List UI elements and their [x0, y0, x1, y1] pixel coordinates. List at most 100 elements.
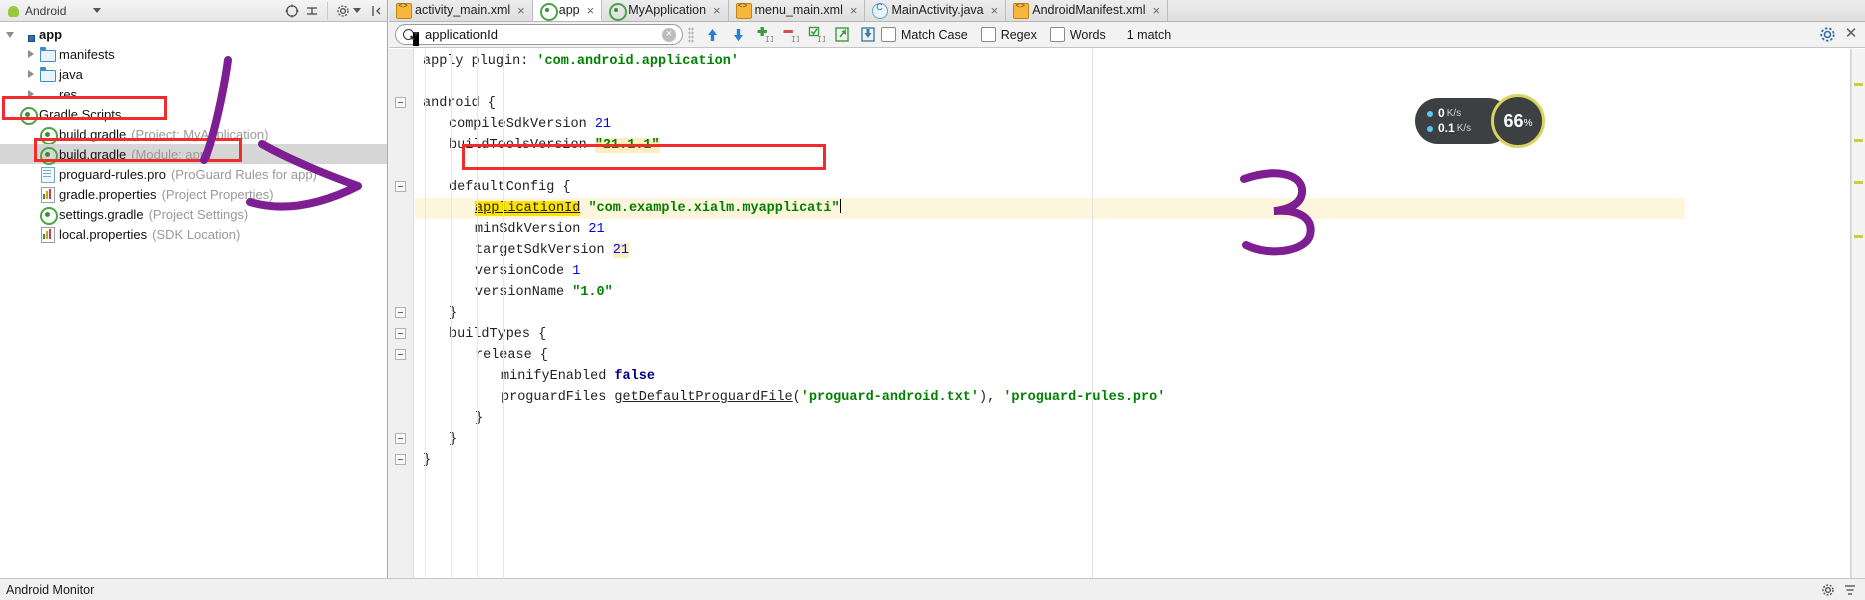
- folder-icon: [39, 66, 56, 82]
- hide-pane-icon[interactable]: [368, 2, 386, 20]
- code-fold-toggle[interactable]: [395, 433, 406, 444]
- module-selector-dropdown[interactable]: Android: [4, 1, 108, 21]
- find-input-field[interactable]: ×: [395, 24, 683, 46]
- download-speed-unit: K/s: [1456, 123, 1472, 134]
- close-tab-icon[interactable]: ×: [713, 4, 721, 17]
- find-bar-right-controls: ✕: [1819, 26, 1859, 44]
- upload-arrow-icon: [1427, 110, 1433, 117]
- match-case-checkbox[interactable]: Match Case: [881, 27, 981, 42]
- collapse-all-icon[interactable]: [303, 2, 321, 20]
- props-icon: [39, 226, 55, 243]
- tree-item-settings-gradle[interactable]: settings.gradle (Project Settings): [0, 204, 387, 225]
- editor-tab-app[interactable]: app ×: [532, 0, 603, 21]
- editor-tab-mainactivity-java[interactable]: MainActivity.java ×: [865, 0, 1007, 21]
- regex-checkbox[interactable]: Regex: [980, 27, 1050, 42]
- editor-tab-label: activity_main.xml: [415, 3, 511, 17]
- tree-item-app[interactable]: app: [0, 24, 387, 44]
- filter-results-button[interactable]: [856, 24, 880, 46]
- remove-occurrence-button[interactable]: II: [778, 24, 802, 46]
- tree-item-manifests[interactable]: manifests: [0, 44, 387, 64]
- tree-item-gradle-properties[interactable]: gradle.properties (Project Properties): [0, 184, 387, 204]
- folder-icon: [39, 46, 56, 62]
- close-find-bar-icon[interactable]: ✕: [1843, 26, 1859, 43]
- code-token: 'com.android.application': [536, 54, 739, 69]
- project-pane-toolbar: Android: [0, 0, 387, 22]
- xml-file-icon: [1013, 2, 1030, 19]
- project-tree[interactable]: app manifests java res Gradle Scripts build.g…: [0, 22, 387, 578]
- find-next-button[interactable]: [726, 24, 750, 46]
- editor-tab-activity-main-xml[interactable]: activity_main.xml ×: [389, 0, 533, 21]
- android-monitor-label[interactable]: Android Monitor: [6, 583, 94, 597]
- close-tab-icon[interactable]: ×: [850, 4, 858, 17]
- words-checkbox[interactable]: Words: [1049, 27, 1119, 42]
- expand-triangle-icon[interactable]: [26, 49, 36, 59]
- editor-tab-androidmanifest-xml[interactable]: AndroidManifest.xml ×: [1006, 0, 1169, 21]
- tree-item-build-gradle[interactable]: build.gradle (Module: app): [0, 144, 387, 165]
- expand-triangle-icon[interactable]: [26, 89, 36, 99]
- code-fold-toggle[interactable]: [395, 97, 406, 108]
- svg-text:II: II: [765, 35, 773, 43]
- select-all-occurrences-button[interactable]: II: [752, 24, 776, 46]
- editor-marker-bar[interactable]: [1851, 49, 1865, 578]
- words-checkbox-box[interactable]: [1049, 27, 1065, 42]
- tree-item-proguard-rules-pro[interactable]: proguard-rules.pro (ProGuard Rules for ap…: [0, 164, 387, 184]
- gradle-icon: [39, 126, 58, 145]
- svg-text:II: II: [817, 35, 825, 43]
- sort-icon[interactable]: [1841, 581, 1859, 599]
- code-token: defaultConfig {: [449, 180, 571, 195]
- tree-item-label: gradle.properties: [59, 186, 157, 202]
- editor-tab-menu-main-xml[interactable]: menu_main.xml ×: [728, 0, 866, 21]
- match-case-checkbox-box[interactable]: [881, 27, 896, 42]
- textfile-icon: [39, 166, 55, 183]
- settings-gear-icon[interactable]: [1819, 581, 1837, 599]
- code-editor[interactable]: apply plugin: 'com.android.application' …: [389, 49, 1865, 578]
- code-fold-toggle[interactable]: [395, 349, 406, 360]
- close-tab-icon[interactable]: ×: [517, 4, 525, 17]
- code-token: applicationId: [475, 201, 581, 216]
- find-previous-button[interactable]: [700, 24, 724, 46]
- code-fold-toggle[interactable]: [395, 454, 406, 465]
- editor-gutter[interactable]: [389, 49, 414, 578]
- match-case-label: Match Case: [901, 27, 968, 42]
- select-occurrences-button[interactable]: II: [804, 24, 828, 46]
- tree-item-java[interactable]: java: [0, 64, 387, 84]
- folder-app-icon: [19, 26, 35, 42]
- tree-item-local-properties[interactable]: local.properties (SDK Location): [0, 224, 387, 244]
- network-performance-widget[interactable]: 0 K/s 0.1 K/s 66 %: [1415, 94, 1545, 148]
- regex-checkbox-box[interactable]: [980, 27, 996, 42]
- code-line: versionCode 1: [415, 261, 1685, 282]
- code-fold-toggle[interactable]: [395, 328, 406, 339]
- tree-item-sublabel: (ProGuard Rules for app): [170, 166, 317, 182]
- clear-circle-icon[interactable]: ×: [662, 27, 676, 42]
- cpu-usage-gauge[interactable]: 66 %: [1491, 94, 1545, 148]
- close-tab-icon[interactable]: ×: [587, 4, 595, 17]
- expand-triangle-icon[interactable]: [26, 69, 36, 79]
- target-icon[interactable]: [283, 2, 301, 20]
- search-magnifier-icon[interactable]: [403, 28, 419, 46]
- tree-item-label: Gradle Scripts: [39, 106, 122, 122]
- close-tab-icon[interactable]: ×: [1152, 4, 1160, 17]
- code-token: ": [831, 201, 840, 216]
- tree-item-gradle-scripts[interactable]: Gradle Scripts: [0, 104, 387, 125]
- code-line: }: [415, 429, 1685, 450]
- editor-tab-myapplication[interactable]: MyApplication ×: [602, 0, 729, 21]
- tree-item-res[interactable]: res: [0, 84, 387, 104]
- close-tab-icon[interactable]: ×: [991, 4, 999, 17]
- tree-item-build-gradle[interactable]: build.gradle (Project: MyApplication): [0, 124, 387, 145]
- settings-gear-icon[interactable]: [334, 2, 352, 20]
- code-fold-toggle[interactable]: [395, 181, 406, 192]
- code-line: minSdkVersion 21: [415, 219, 1685, 240]
- code-token: versionCode: [475, 264, 573, 279]
- open-in-find-window-button[interactable]: [830, 24, 854, 46]
- tree-item-sublabel: (SDK Location): [152, 226, 241, 242]
- code-fold-toggle[interactable]: [395, 307, 406, 318]
- status-bar: Android Monitor: [0, 578, 1865, 600]
- gradle-file-icon: [539, 3, 558, 21]
- editor-tab-bar[interactable]: activity_main.xml×app×MyApplication×menu…: [389, 0, 1865, 22]
- find-bar-grip[interactable]: [688, 26, 694, 43]
- search-input[interactable]: [423, 26, 662, 43]
- blue-gear-icon[interactable]: [1819, 26, 1837, 44]
- collapse-triangle-icon[interactable]: [6, 29, 16, 39]
